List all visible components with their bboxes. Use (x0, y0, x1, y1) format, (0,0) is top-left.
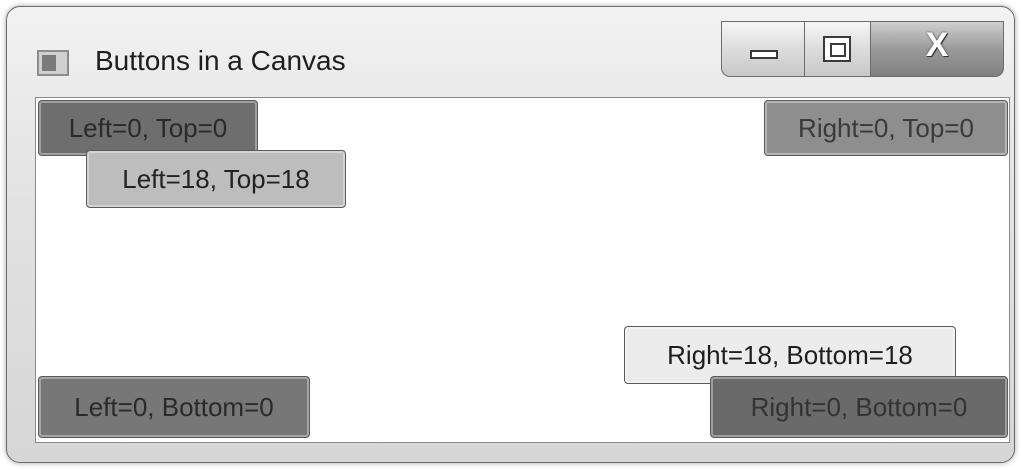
title-bar[interactable]: Buttons in a Canvas X (7, 7, 1014, 97)
maximize-button[interactable] (805, 21, 871, 77)
app-window: Buttons in a Canvas X Left=0, Top=0 Righ… (6, 6, 1015, 463)
maximize-icon (823, 36, 851, 62)
minimize-button[interactable] (721, 21, 805, 77)
close-button[interactable]: X (871, 21, 1004, 77)
button-left0-bottom0[interactable]: Left=0, Bottom=0 (38, 376, 310, 438)
button-left18-top18[interactable]: Left=18, Top=18 (86, 150, 346, 208)
caption-buttons: X (721, 21, 1004, 77)
close-icon: X (925, 26, 949, 64)
app-icon-pane (42, 55, 56, 71)
button-right0-bottom0[interactable]: Right=0, Bottom=0 (710, 376, 1008, 438)
canvas-area: Left=0, Top=0 Right=0, Top=0 Left=18, To… (35, 97, 1010, 443)
button-right0-top0[interactable]: Right=0, Top=0 (764, 100, 1008, 156)
app-window-icon[interactable] (37, 50, 69, 76)
minimize-icon (750, 50, 778, 59)
button-left0-top0[interactable]: Left=0, Top=0 (38, 100, 258, 156)
window-title: Buttons in a Canvas (95, 45, 346, 76)
